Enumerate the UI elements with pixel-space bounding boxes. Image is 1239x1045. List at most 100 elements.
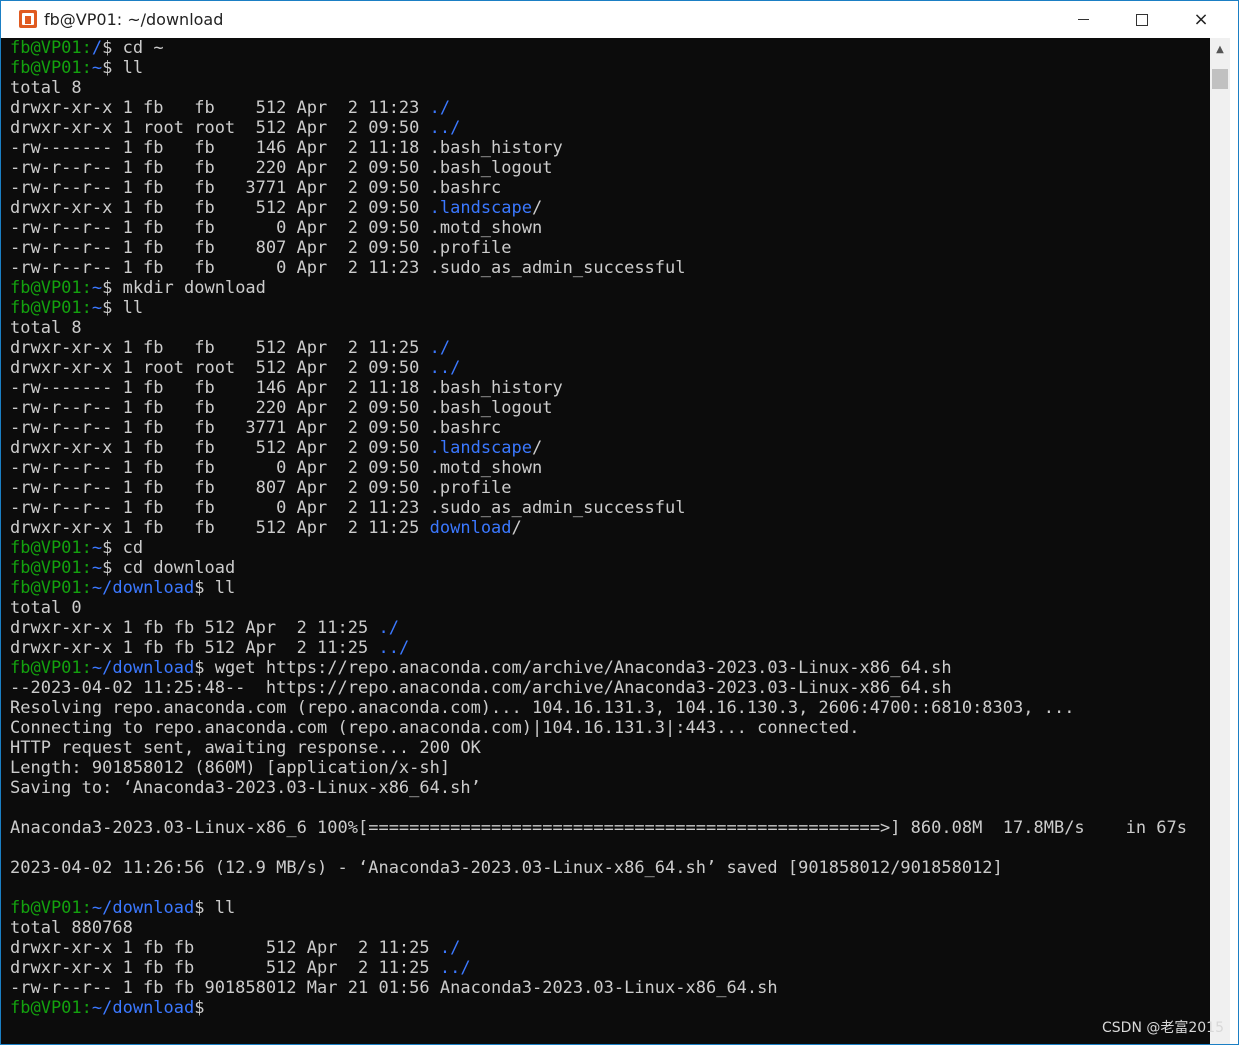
- terminal-text: -rw-r--r-- 1 fb fb 807 Apr 2 09:50 .prof…: [10, 238, 512, 258]
- window-border: [1230, 38, 1238, 1044]
- directory-name: ./: [378, 618, 399, 638]
- directory-name: .landscape: [429, 198, 532, 218]
- terminal-text: drwxr-xr-x 1 fb fb 512 Apr 2 09:50: [10, 198, 430, 218]
- terminal-text: drwxr-xr-x 1 fb fb 512 Apr 2 09:50: [10, 438, 430, 458]
- directory-name: ../: [378, 638, 410, 658]
- scroll-up-icon[interactable]: ▲: [1210, 38, 1230, 60]
- terminal-text: $ cd ~: [102, 38, 164, 58]
- terminal-line: drwxr-xr-x 1 root root 512 Apr 2 09:50 .…: [10, 358, 1187, 378]
- prompt-user-host: fb@VP01:: [10, 998, 92, 1018]
- terminal-text: $ ll: [102, 58, 144, 78]
- terminal-text: $: [194, 998, 205, 1018]
- terminal-text: Saving to: ‘Anaconda3-2023.03-Linux-x86_…: [10, 778, 481, 798]
- terminal-line: fb@VP01:~$ ll: [10, 58, 1187, 78]
- terminal-line: -rw-r--r-- 1 fb fb 0 Apr 2 11:23 .sudo_a…: [10, 498, 1187, 518]
- close-button[interactable]: ×: [1172, 1, 1230, 38]
- terminal-line: -rw-r--r-- 1 fb fb 901858012 Mar 21 01:5…: [10, 978, 1187, 998]
- directory-name: ~/download: [91, 998, 195, 1018]
- terminal-text: total 0: [10, 598, 82, 618]
- terminal-text: $ wget https://repo.anaconda.com/archive…: [194, 658, 952, 678]
- maximize-icon: [1136, 13, 1148, 26]
- scroll-thumb[interactable]: [1212, 69, 1228, 89]
- title-bar[interactable]: fb@VP01: ~/download ×: [1, 1, 1238, 38]
- terminal-text: -rw-r--r-- 1 fb fb 901858012 Mar 21 01:5…: [10, 978, 778, 998]
- terminal-text: drwxr-xr-x 1 fb fb 512 Apr 2 11:25: [10, 958, 440, 978]
- terminal-line: Resolving repo.anaconda.com (repo.anacon…: [10, 698, 1187, 718]
- terminal-line: fb@VP01:~/download$: [10, 998, 1187, 1018]
- terminal-line: total 8: [10, 78, 1187, 98]
- terminal-text: -rw-r--r-- 1 fb fb 807 Apr 2 09:50 .prof…: [10, 478, 512, 498]
- terminal-text: drwxr-xr-x 1 root root 512 Apr 2 09:50: [10, 358, 430, 378]
- terminal-line: drwxr-xr-x 1 fb fb 512 Apr 2 11:25 ./: [10, 938, 1187, 958]
- minimize-button[interactable]: [1054, 1, 1112, 38]
- terminal-line: fb@VP01:/$ cd ~: [10, 38, 1187, 58]
- prompt-user-host: fb@VP01:: [10, 898, 92, 918]
- terminal-line: drwxr-xr-x 1 fb fb 512 Apr 2 11:25 ./: [10, 338, 1187, 358]
- terminal-text: --2023-04-02 11:25:48-- https://repo.ana…: [10, 678, 952, 698]
- directory-name: ./: [439, 938, 461, 958]
- terminal-text: -rw-r--r-- 1 fb fb 0 Apr 2 11:23 .sudo_a…: [10, 258, 686, 278]
- terminal-line: drwxr-xr-x 1 root root 512 Apr 2 09:50 .…: [10, 118, 1187, 138]
- terminal-text: /: [532, 198, 543, 218]
- directory-name: ~/download: [91, 578, 195, 598]
- directory-name: ./: [429, 98, 451, 118]
- terminal-text: $ mkdir download: [102, 278, 266, 298]
- terminal-line: -rw-r--r-- 1 fb fb 807 Apr 2 09:50 .prof…: [10, 238, 1187, 258]
- terminal-line: fb@VP01:~$ mkdir download: [10, 278, 1187, 298]
- terminal-text: drwxr-xr-x 1 fb fb 512 Apr 2 11:25: [10, 638, 379, 658]
- terminal-line: drwxr-xr-x 1 fb fb 512 Apr 2 11:25 ./: [10, 618, 1187, 638]
- prompt-user-host: fb@VP01:: [10, 58, 92, 78]
- terminal-text: Resolving repo.anaconda.com (repo.anacon…: [10, 698, 1075, 718]
- terminal-text: $ cd: [102, 538, 144, 558]
- terminal-output[interactable]: fb@VP01:/$ cd ~ fb@VP01:~$ ll total 8 drwxr…: [1, 38, 1210, 1044]
- terminal-text: total 8: [10, 78, 82, 98]
- terminal-text: $ ll: [194, 578, 236, 598]
- terminal-lines: fb@VP01:/$ cd ~ fb@VP01:~$ ll total 8 drwxr…: [10, 38, 1187, 1018]
- terminal-text: drwxr-xr-x 1 fb fb 512 Apr 2 11:25: [10, 518, 430, 538]
- terminal-text: -rw-r--r-- 1 fb fb 220 Apr 2 09:50 .bash…: [10, 158, 553, 178]
- terminal-line: total 8: [10, 318, 1187, 338]
- terminal-text: $ cd download: [102, 558, 236, 578]
- directory-name: .landscape: [429, 438, 532, 458]
- terminal-line: -rw-r--r-- 1 fb fb 0 Apr 2 11:23 .sudo_a…: [10, 258, 1187, 278]
- terminal-line: HTTP request sent, awaiting response... …: [10, 738, 1187, 758]
- terminal-line: fb@VP01:~$ cd download: [10, 558, 1187, 578]
- terminal-line: -rw-r--r-- 1 fb fb 3771 Apr 2 09:50 .bas…: [10, 418, 1187, 438]
- terminal-text: /: [511, 518, 522, 538]
- terminal-text: Connecting to repo.anaconda.com (repo.an…: [10, 718, 860, 738]
- terminal-text: Length: 901858012 (860M) [application/x-…: [10, 758, 451, 778]
- directory-name: /: [91, 38, 103, 58]
- terminal-text: HTTP request sent, awaiting response... …: [10, 738, 481, 758]
- terminal-text: drwxr-xr-x 1 root root 512 Apr 2 09:50: [10, 118, 430, 138]
- terminal-text: total 880768: [10, 918, 133, 938]
- terminal-line: drwxr-xr-x 1 fb fb 512 Apr 2 11:25 downl…: [10, 518, 1187, 538]
- terminal-text: drwxr-xr-x 1 fb fb 512 Apr 2 11:25: [10, 338, 430, 358]
- directory-name: ../: [429, 118, 461, 138]
- maximize-button[interactable]: [1113, 1, 1171, 38]
- terminal-text: -rw-r--r-- 1 fb fb 0 Apr 2 09:50 .motd_s…: [10, 218, 543, 238]
- terminal-window: fb@VP01: ~/download × fb@VP01:/$ cd ~ fb@…: [0, 0, 1239, 1045]
- vertical-scrollbar[interactable]: ▲: [1210, 38, 1230, 1044]
- prompt-user-host: fb@VP01:: [10, 658, 92, 678]
- terminal-line: total 0: [10, 598, 1187, 618]
- terminal-text: -rw-r--r-- 1 fb fb 0 Apr 2 11:23 .sudo_a…: [10, 498, 686, 518]
- directory-name: ~: [91, 538, 103, 558]
- terminal-line: drwxr-xr-x 1 fb fb 512 Apr 2 11:25 ../: [10, 958, 1187, 978]
- window-title: fb@VP01: ~/download: [44, 10, 224, 29]
- directory-name: ~/download: [91, 658, 195, 678]
- terminal-text: total 8: [10, 318, 82, 338]
- terminal-line: fb@VP01:~/download$ wget https://repo.an…: [10, 658, 1187, 678]
- directory-name: ~/download: [91, 898, 195, 918]
- terminal-line: Saving to: ‘Anaconda3-2023.03-Linux-x86_…: [10, 778, 1187, 798]
- terminal-text: drwxr-xr-x 1 fb fb 512 Apr 2 11:25: [10, 618, 379, 638]
- terminal-line: drwxr-xr-x 1 fb fb 512 Apr 2 11:23 ./: [10, 98, 1187, 118]
- terminal-line: -rw-r--r-- 1 fb fb 3771 Apr 2 09:50 .bas…: [10, 178, 1187, 198]
- directory-name: ~: [91, 558, 103, 578]
- terminal-text: -rw-r--r-- 1 fb fb 3771 Apr 2 09:50 .bas…: [10, 418, 502, 438]
- directory-name: ~: [91, 58, 103, 78]
- terminal-text: -rw------- 1 fb fb 146 Apr 2 11:18 .bash…: [10, 138, 563, 158]
- prompt-user-host: fb@VP01:: [10, 298, 92, 318]
